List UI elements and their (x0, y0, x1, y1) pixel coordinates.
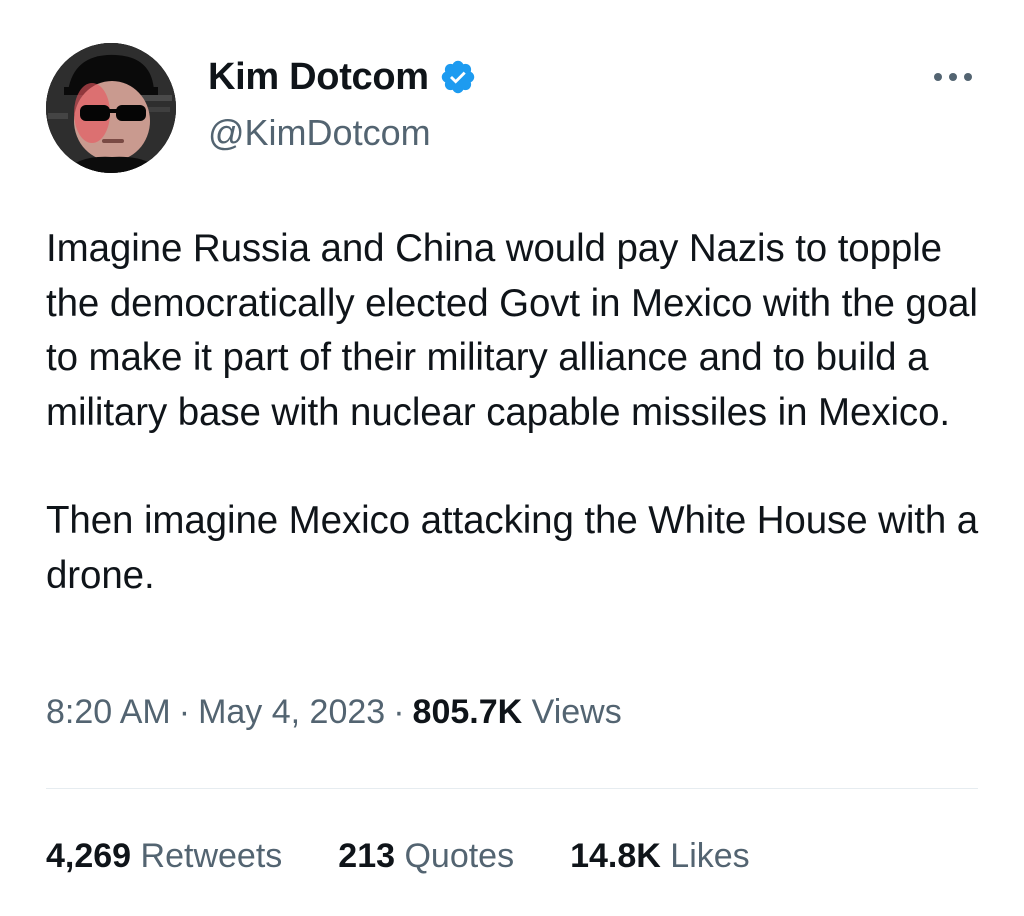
tweet-paragraph: Then imagine Mexico attacking the White … (46, 499, 979, 597)
retweets-label: Retweets (140, 837, 283, 875)
tweet-card: Kim Dotcom @KimDotcom Imagine Russia and… (0, 0, 1024, 916)
tweet-meta: 8:20 AM · May 4, 2023 · 805.7K Views (46, 693, 622, 732)
avatar[interactable] (46, 43, 176, 173)
tweet-text: Imagine Russia and China would pay Nazis… (46, 222, 986, 603)
tweet-time[interactable]: 8:20 AM (46, 693, 171, 731)
author-info: Kim Dotcom @KimDotcom (208, 52, 477, 154)
views-label: Views (531, 693, 622, 731)
divider (46, 788, 978, 789)
retweets-count: 4,269 (46, 837, 132, 875)
views-count[interactable]: 805.7K (413, 693, 523, 731)
name-row: Kim Dotcom (208, 52, 477, 102)
quotes-label: Quotes (404, 837, 515, 875)
verified-badge-icon (439, 58, 477, 96)
user-handle[interactable]: @KimDotcom (208, 112, 477, 154)
meta-separator: · (393, 693, 405, 731)
engagement-stats: 4,269 Retweets 213 Quotes 14.8K Likes (46, 837, 806, 876)
meta-separator: · (178, 693, 191, 731)
display-name[interactable]: Kim Dotcom (208, 56, 429, 99)
tweet-paragraph: Imagine Russia and China would pay Nazis… (46, 227, 978, 434)
likes-stat[interactable]: 14.8K Likes (570, 837, 750, 876)
more-options-button[interactable] (928, 62, 978, 92)
avatar-image (46, 43, 176, 173)
retweets-stat[interactable]: 4,269 Retweets (46, 837, 282, 876)
likes-label: Likes (670, 837, 750, 875)
quotes-count: 213 (338, 837, 396, 875)
quotes-stat[interactable]: 213 Quotes (338, 837, 514, 876)
tweet-date[interactable]: May 4, 2023 (198, 693, 385, 731)
more-horizontal-icon (934, 73, 972, 81)
likes-count: 14.8K (570, 837, 661, 875)
